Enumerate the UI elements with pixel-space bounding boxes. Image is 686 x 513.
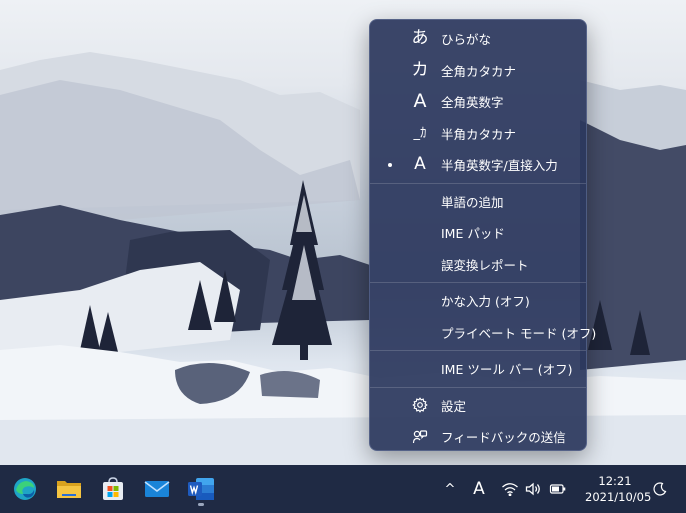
menu-item-label: 誤変換レポート xyxy=(441,257,529,273)
menu-item-ime-toolbar[interactable]: IME ツール バー (オフ) xyxy=(370,353,586,385)
hiragana-a-icon: あ xyxy=(411,28,429,49)
word-app-icon xyxy=(188,478,214,500)
menu-item-label: フィードバックの送信 xyxy=(441,430,566,446)
menu-separator xyxy=(370,350,586,351)
clock-date: 2021/10/05 xyxy=(585,490,652,504)
menu-item-ime-pad[interactable]: IME パッド xyxy=(370,217,586,249)
taskbar: ^ A 12:21 2021/10/05 xyxy=(0,465,686,513)
word-app-button[interactable] xyxy=(185,473,217,505)
menu-item-label: IME ツール バー (オフ) xyxy=(441,362,573,378)
menu-item-hiragana[interactable]: あ ひらがな xyxy=(370,23,586,55)
halfwidth-alphanumeric-a-icon: A xyxy=(414,154,426,175)
edge-app-button[interactable] xyxy=(9,473,41,505)
menu-item-label: 全角カタカナ xyxy=(441,63,517,79)
menu-item-settings[interactable]: 設定 xyxy=(370,390,586,422)
menu-item-label: IME パッド xyxy=(441,226,505,242)
menu-item-label: 全角英数字 xyxy=(441,95,504,111)
clock[interactable]: 12:21 2021/10/05 xyxy=(585,473,652,505)
menu-item-label: プライベート モード (オフ) xyxy=(441,325,597,341)
focus-assist-moon-icon[interactable] xyxy=(650,479,670,499)
wifi-icon[interactable] xyxy=(500,479,520,499)
menu-item-halfwidth-katakana[interactable]: _ｶ 半角カタカナ xyxy=(370,118,586,150)
menu-item-conversion-report[interactable]: 誤変換レポート xyxy=(370,249,586,281)
microsoft-store-app-button[interactable] xyxy=(97,473,129,505)
selected-bullet-icon xyxy=(388,162,392,167)
mail-app-button[interactable] xyxy=(141,473,173,505)
edge-app-icon xyxy=(14,478,36,500)
fullwidth-alphanumeric-a-icon: A xyxy=(413,90,427,113)
battery-charging-icon[interactable] xyxy=(548,479,568,499)
menu-separator xyxy=(370,386,586,388)
menu-separator xyxy=(370,282,586,283)
clock-time: 12:21 xyxy=(598,474,632,488)
ime-context-menu: あ ひらがな カ 全角カタカナ A 全角英数字 _ｶ 半角カタカナ A 半角英数… xyxy=(369,19,596,453)
menu-item-label: ひらがな xyxy=(441,32,492,48)
ime-mode-indicator-icon[interactable]: A xyxy=(469,479,489,499)
menu-item-fullwidth-katakana[interactable]: カ 全角カタカナ xyxy=(370,55,586,87)
fullwidth-katakana-ka-icon: カ xyxy=(411,59,429,80)
menu-item-send-feedback[interactable]: フィードバックの送信 xyxy=(370,421,586,453)
file-explorer-app-icon xyxy=(57,481,81,498)
menu-item-label: 単語の追加 xyxy=(441,194,504,210)
menu-item-fullwidth-alphanumeric[interactable]: A 全角英数字 xyxy=(370,86,586,118)
menu-item-private-mode[interactable]: プライベート モード (オフ) xyxy=(370,317,596,349)
volume-icon[interactable] xyxy=(523,479,543,499)
menu-item-label: かな入力 (オフ) xyxy=(441,294,530,310)
menu-item-add-word[interactable]: 単語の追加 xyxy=(370,186,586,218)
file-explorer-app-button[interactable] xyxy=(53,473,85,505)
gear-icon xyxy=(408,397,432,414)
show-hidden-icons-chevron-icon[interactable]: ^ xyxy=(440,479,460,499)
menu-item-halfwidth-alphanumeric[interactable]: A 半角英数字/直接入力 xyxy=(370,149,586,181)
menu-item-label: 半角英数字/直接入力 xyxy=(441,158,558,174)
feedback-icon xyxy=(408,429,432,445)
mail-app-icon xyxy=(144,481,170,497)
menu-item-label: 半角カタカナ xyxy=(441,126,517,142)
active-app-indicator xyxy=(198,503,204,506)
microsoft-store-app-icon xyxy=(103,477,123,500)
halfwidth-katakana-ka-icon: _ｶ xyxy=(413,125,427,141)
menu-item-kana-input[interactable]: かな入力 (オフ) xyxy=(370,285,586,317)
menu-item-label: 設定 xyxy=(441,398,467,414)
menu-separator xyxy=(370,182,586,184)
